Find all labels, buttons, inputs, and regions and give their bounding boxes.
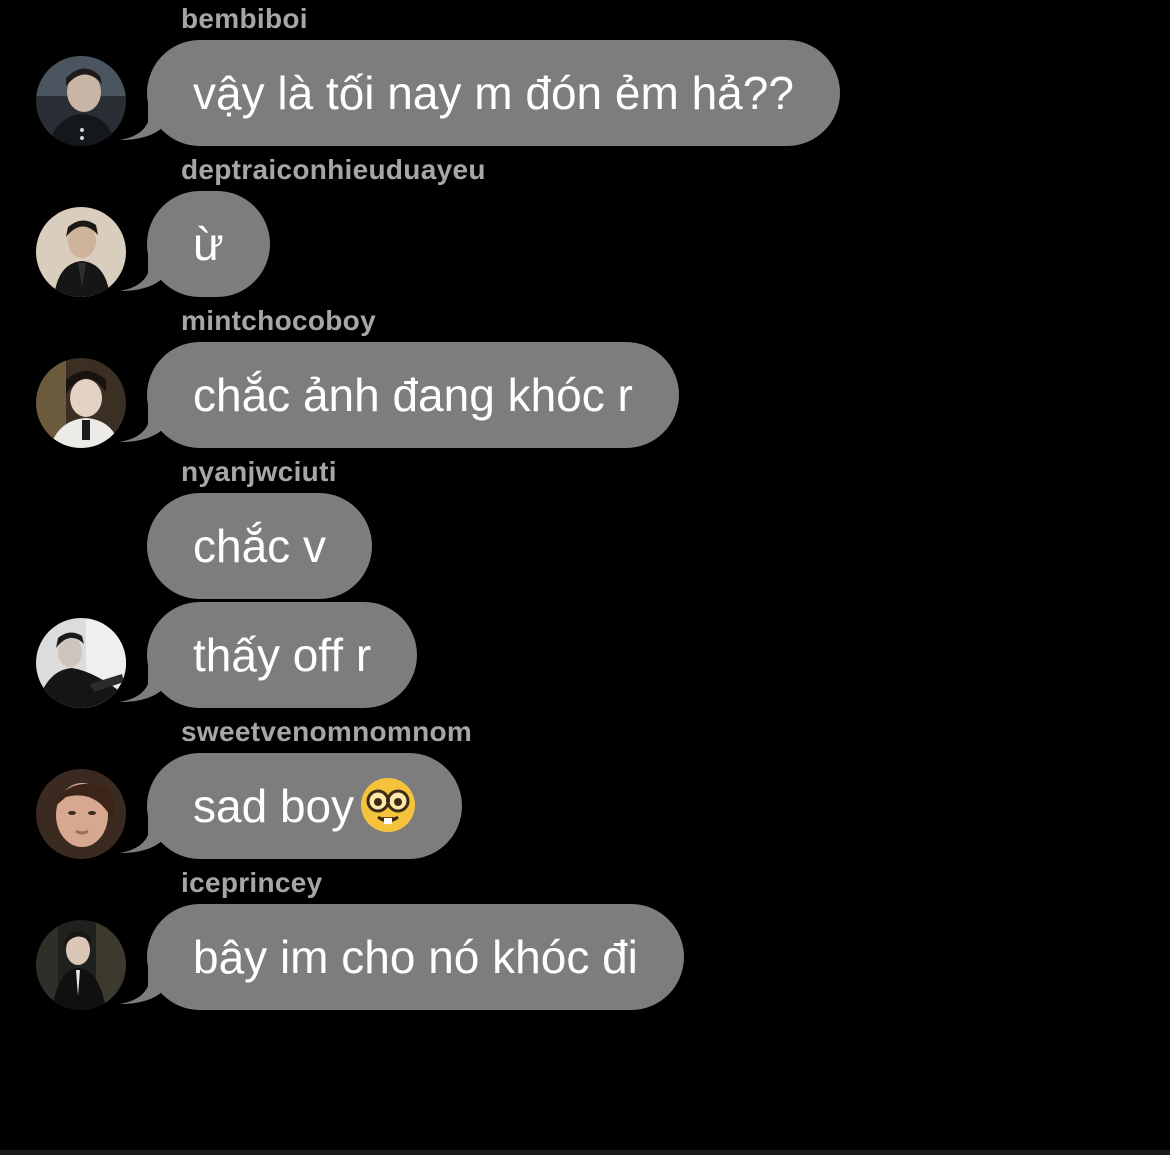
message-text: thấy off r xyxy=(193,629,372,681)
avatar-bembiboi-icon[interactable] xyxy=(36,56,126,146)
message-text: bây im cho nó khóc đi xyxy=(193,931,638,983)
avatar-deptraiconhieuduayeu-icon[interactable] xyxy=(36,207,126,297)
avatar-mintchocoboy-icon[interactable] xyxy=(36,358,126,448)
message-text: chắc v xyxy=(193,520,326,572)
sender-username[interactable]: sweetvenomnomnom xyxy=(181,716,472,748)
message-bubble[interactable]: thấy off r xyxy=(147,602,418,708)
sender-username[interactable]: iceprincey xyxy=(181,867,323,899)
avatar-sweetvenomnomnom-icon[interactable] xyxy=(36,769,126,859)
message-text: chắc ảnh đang khóc r xyxy=(193,369,633,421)
message-bubble[interactable]: bây im cho nó khóc đi xyxy=(147,904,684,1010)
sender-username[interactable]: deptraiconhieuduayeu xyxy=(181,154,486,186)
message-bubble[interactable]: vậy là tối nay m đón ẻm hả?? xyxy=(147,40,840,146)
message-text: sad boy xyxy=(193,780,355,832)
sender-username[interactable]: bembiboi xyxy=(181,3,308,35)
message-bubble[interactable]: chắc ảnh đang khóc r xyxy=(147,342,679,448)
sender-username[interactable]: nyanjwciuti xyxy=(181,456,337,488)
message-bubble[interactable]: chắc v xyxy=(147,493,372,599)
chat-thread: bembiboi vậy là tối nay m đón ẻm hả?? de… xyxy=(0,0,1170,1150)
nerd-face-emoji-icon xyxy=(360,753,416,859)
sender-username[interactable]: mintchocoboy xyxy=(181,305,376,337)
message-text: ừ xyxy=(193,218,224,270)
message-text: vậy là tối nay m đón ẻm hả?? xyxy=(193,67,794,119)
message-bubble[interactable]: sad boy xyxy=(147,753,463,859)
message-bubble[interactable]: ừ xyxy=(147,191,270,297)
bottom-bar xyxy=(0,1150,1170,1155)
avatar-iceprincey-icon[interactable] xyxy=(36,920,126,1010)
avatar-nyanjwciuti-icon[interactable] xyxy=(36,618,126,708)
